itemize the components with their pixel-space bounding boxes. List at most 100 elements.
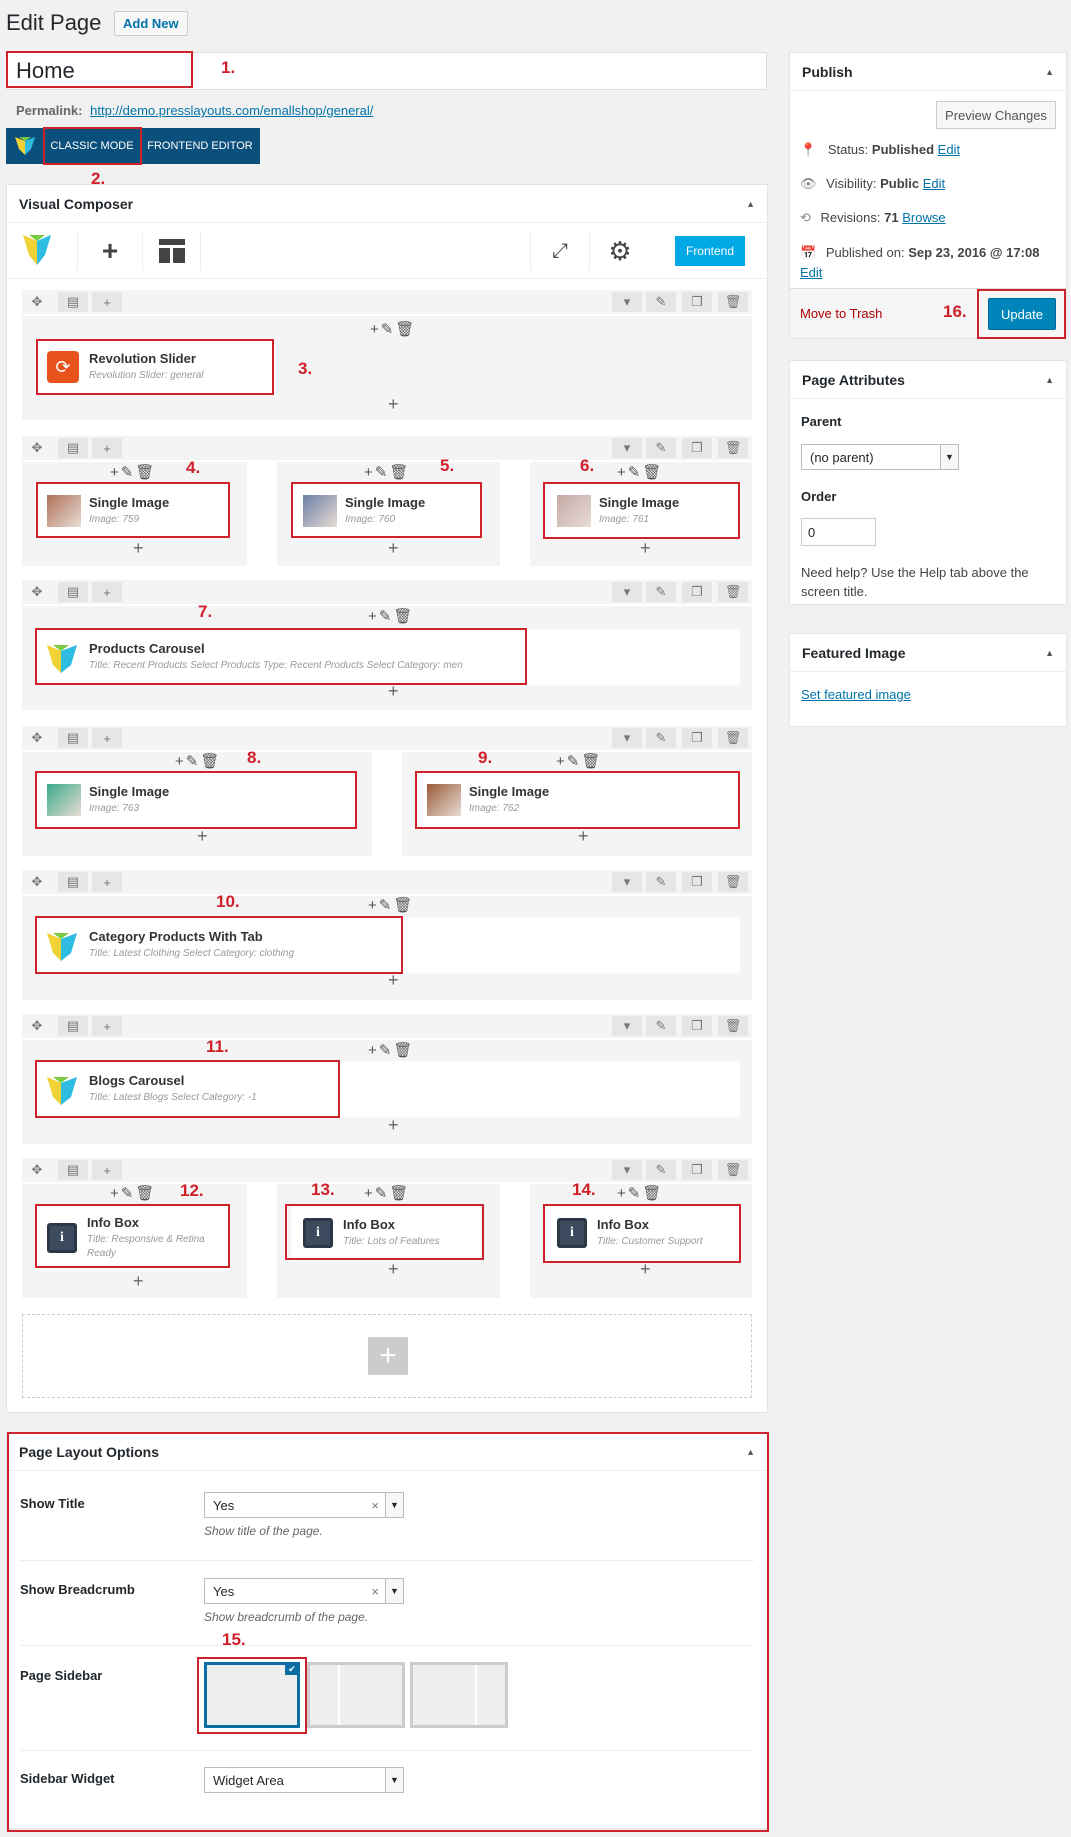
column-controls[interactable]: +✎🗑 — [110, 1184, 156, 1202]
column-controls[interactable]: +✎🗑 — [110, 463, 156, 481]
clone-row-icon[interactable]: ❐ — [682, 1160, 712, 1180]
permalink-url[interactable]: http://demo.presslayouts.com/emallshop/g… — [90, 103, 373, 118]
sidebar-none-option[interactable]: ✔ — [204, 1662, 300, 1728]
move-to-trash-link[interactable]: Move to Trash — [800, 306, 882, 321]
set-featured-image-link[interactable]: Set featured image — [801, 687, 911, 702]
delete-row-icon[interactable]: 🗑 — [718, 1016, 748, 1036]
edit-row-icon[interactable]: ✎ — [646, 438, 676, 458]
column-controls[interactable]: +✎🗑 — [617, 1184, 663, 1202]
collapse-arrow-icon[interactable]: ▲ — [1045, 67, 1054, 77]
fullscreen-icon[interactable]: ⤢ — [530, 231, 590, 271]
delete-row-icon[interactable]: 🗑 — [718, 872, 748, 892]
toggle-row-icon[interactable]: ▾ — [612, 1016, 642, 1036]
vc-element[interactable]: i Info Box Title: Customer Support — [545, 1205, 740, 1261]
add-element-icon[interactable]: + — [197, 826, 208, 847]
clone-row-icon[interactable]: ❐ — [682, 292, 712, 312]
column-controls[interactable]: +✎🗑 — [364, 1184, 410, 1202]
vc-element[interactable]: Single Image Image: 759 — [35, 483, 230, 538]
add-element-icon[interactable]: + — [388, 681, 399, 702]
sidebar-left-option[interactable] — [307, 1662, 405, 1728]
add-element-icon[interactable]: + — [578, 826, 589, 847]
preview-changes-button[interactable]: Preview Changes — [936, 101, 1056, 129]
delete-row-icon[interactable]: 🗑 — [718, 438, 748, 458]
add-element-icon[interactable]: + — [388, 394, 399, 415]
add-row-plus-icon[interactable]: + — [368, 1337, 408, 1375]
add-element-icon[interactable]: + — [133, 538, 144, 559]
move-icon[interactable]: ✥ — [22, 872, 52, 892]
parent-select[interactable]: (no parent) ▼ — [801, 444, 959, 470]
vc-element[interactable]: i Info Box Title: Responsive & Retina Read… — [35, 1205, 230, 1271]
move-icon[interactable]: ✥ — [22, 582, 52, 602]
add-column-icon[interactable]: + — [92, 1016, 122, 1036]
clone-row-icon[interactable]: ❐ — [682, 1016, 712, 1036]
add-element-icon[interactable]: + — [133, 1271, 144, 1292]
add-element-icon[interactable]: + — [388, 1259, 399, 1280]
visibility-edit-link[interactable]: Edit — [923, 176, 945, 191]
dropdown-arrow-icon[interactable]: ▼ — [385, 1493, 403, 1517]
clone-row-icon[interactable]: ❐ — [682, 872, 712, 892]
revisions-browse-link[interactable]: Browse — [902, 210, 945, 225]
column-controls[interactable]: +✎🗑 — [370, 320, 416, 338]
layout-options-header[interactable]: Page Layout Options ▲ — [7, 1433, 767, 1471]
add-column-icon[interactable]: + — [92, 438, 122, 458]
status-edit-link[interactable]: Edit — [938, 142, 960, 157]
clone-row-icon[interactable]: ❐ — [682, 438, 712, 458]
vc-element[interactable]: Products Carousel Title: Recent Products … — [35, 629, 740, 685]
vc-element[interactable]: Single Image Image: 761 — [545, 483, 740, 538]
column-controls[interactable]: +✎🗑 — [175, 752, 221, 770]
toggle-row-icon[interactable]: ▾ — [612, 438, 642, 458]
column-controls[interactable]: +✎🗑 — [556, 752, 602, 770]
delete-row-icon[interactable]: 🗑 — [718, 728, 748, 748]
title-input[interactable]: Home — [6, 52, 767, 90]
show-title-select[interactable]: Yes × ▼ — [204, 1492, 404, 1518]
column-controls[interactable]: +✎🗑 — [368, 607, 414, 625]
collapse-arrow-icon[interactable]: ▲ — [746, 199, 755, 209]
clone-row-icon[interactable]: ❐ — [682, 728, 712, 748]
delete-row-icon[interactable]: 🗑 — [718, 1160, 748, 1180]
vc-element[interactable]: Category Products With Tab Title: Latest … — [35, 917, 740, 973]
add-column-icon[interactable]: + — [92, 728, 122, 748]
add-element-icon[interactable]: + — [388, 970, 399, 991]
publish-header[interactable]: Publish ▲ — [790, 53, 1066, 91]
toggle-row-icon[interactable]: ▾ — [612, 1160, 642, 1180]
add-column-icon[interactable]: + — [92, 292, 122, 312]
vc-logo-icon[interactable] — [23, 235, 51, 268]
column-layout-icon[interactable]: ▤ — [58, 728, 88, 748]
vc-element[interactable]: ⟳ Revolution Slider Revolution Slider: gen… — [35, 339, 275, 395]
order-input[interactable]: 0 — [801, 518, 876, 546]
column-controls[interactable]: +✎🗑 — [368, 896, 414, 914]
column-layout-icon[interactable]: ▤ — [58, 1160, 88, 1180]
vc-element[interactable]: i Info Box Title: Lots of Features — [291, 1205, 481, 1261]
clear-icon[interactable]: × — [371, 1498, 379, 1513]
clear-icon[interactable]: × — [371, 1584, 379, 1599]
column-controls[interactable]: +✎🗑 — [364, 463, 410, 481]
edit-row-icon[interactable]: ✎ — [646, 292, 676, 312]
add-column-icon[interactable]: + — [92, 582, 122, 602]
delete-row-icon[interactable]: 🗑 — [718, 582, 748, 602]
published-edit-link[interactable]: Edit — [800, 265, 822, 280]
add-column-icon[interactable]: + — [92, 1160, 122, 1180]
toggle-row-icon[interactable]: ▾ — [612, 292, 642, 312]
dropdown-arrow-icon[interactable]: ▼ — [940, 445, 958, 469]
column-layout-icon[interactable]: ▤ — [58, 292, 88, 312]
add-element-icon[interactable]: + — [640, 538, 651, 559]
dropdown-arrow-icon[interactable]: ▼ — [385, 1579, 403, 1603]
column-layout-icon[interactable]: ▤ — [58, 582, 88, 602]
clone-row-icon[interactable]: ❐ — [682, 582, 712, 602]
show-breadcrumb-select[interactable]: Yes × ▼ — [204, 1578, 404, 1604]
add-element-icon[interactable]: + — [640, 1259, 651, 1280]
column-layout-icon[interactable]: ▤ — [58, 872, 88, 892]
toggle-row-icon[interactable]: ▾ — [612, 582, 642, 602]
frontend-button[interactable]: Frontend — [675, 236, 745, 266]
update-button[interactable]: Update — [988, 298, 1056, 330]
collapse-arrow-icon[interactable]: ▲ — [1045, 375, 1054, 385]
add-new-button[interactable]: Add New — [114, 11, 188, 36]
settings-gear-icon[interactable]: ⚙ — [590, 231, 650, 271]
edit-row-icon[interactable]: ✎ — [646, 582, 676, 602]
sidebar-widget-select[interactable]: Widget Area ▼ — [204, 1767, 404, 1793]
column-layout-icon[interactable]: ▤ — [58, 438, 88, 458]
column-controls[interactable]: +✎🗑 — [368, 1041, 414, 1059]
add-element-icon[interactable]: + — [388, 1115, 399, 1136]
edit-row-icon[interactable]: ✎ — [646, 872, 676, 892]
move-icon[interactable]: ✥ — [22, 1016, 52, 1036]
